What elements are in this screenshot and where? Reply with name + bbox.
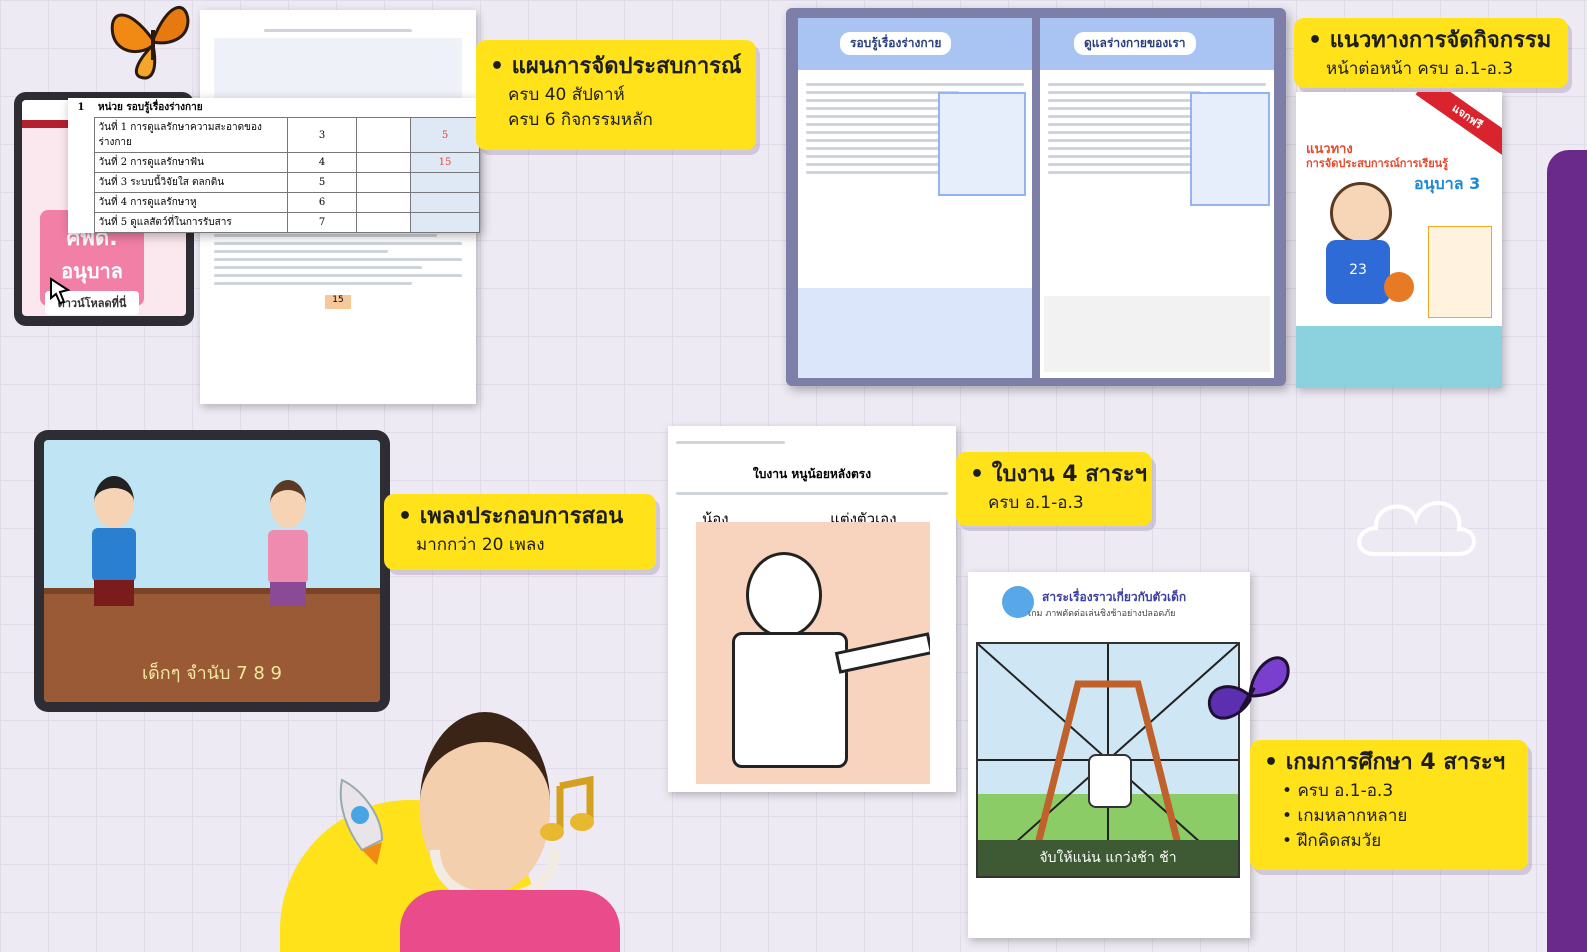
coloring-picture — [696, 522, 930, 784]
row-number: 6 — [287, 192, 357, 213]
table-row: วันที่ 5 ดูแลสัตว์ที่ในการรับสาร 7 — [68, 212, 480, 233]
boy-face-icon — [1330, 182, 1392, 244]
badge-title: ใบงาน 4 สาระฯ — [970, 456, 1147, 491]
worksheet-page: ใบงาน หนูน้อยหลังตรง น้อง แต่งตัวเอง — [668, 426, 956, 792]
video-caption: เด็กๆ จำนับ 7 8 9 — [141, 663, 283, 684]
worksheet-header: ใบงาน หนูน้อยหลังตรง — [752, 467, 872, 481]
table-row: วันที่ 4 การดูแลรักษาหู 6 — [68, 192, 480, 213]
badge-title: เกมการศึกษา 4 สาระฯ — [1264, 744, 1512, 779]
badge-line: ครบ 6 กิจกรรมหลัก — [508, 110, 653, 130]
cursor-icon — [50, 277, 71, 305]
basketball-icon — [1384, 272, 1414, 302]
game-title: สาระเรื่องราวเกี่ยวกับตัวเด็ก — [1042, 590, 1187, 604]
table-row: วันที่ 1 การดูแลรักษาความสะอาดของร่างกาย… — [68, 117, 480, 153]
song-video-tablet: เด็กๆ จำนับ 7 8 9 — [34, 430, 390, 712]
guide-book-spread: รอบรู้เรื่องร่างกาย ดูแลร่างกายของเรา — [786, 8, 1286, 386]
unit-number: 1 — [77, 102, 85, 114]
row-number: 3 — [287, 117, 357, 153]
cover-title-line2: การจัดประสบการณ์การเรียนรู้ — [1306, 157, 1449, 170]
row-mark — [410, 212, 480, 233]
badge-educational-games: เกมการศึกษา 4 สาระฯ • ครบ อ.1-อ.3 • เกมห… — [1250, 740, 1528, 870]
music-note-icon — [540, 776, 594, 841]
side-accent-bar — [1547, 150, 1587, 952]
badge-songs: เพลงประกอบการสอน มากกว่า 20 เพลง — [384, 494, 656, 570]
badge-line: มากกว่า 20 เพลง — [416, 535, 545, 555]
rocket-icon — [339, 778, 384, 865]
butterfly-purple-icon — [1207, 656, 1290, 720]
badge-line: • ฝึกคิดสมวัย — [1282, 831, 1382, 851]
cover-level: อนุบาล 3 — [1414, 174, 1481, 193]
boy-figure-icon — [94, 476, 134, 528]
unit-title: หน่วย รอบรู้เรื่องร่างกาย — [98, 102, 203, 113]
girl-figure-icon — [270, 480, 306, 528]
jersey-number: 23 — [1326, 240, 1390, 304]
row-label: วันที่ 3 ระบบนี้วิจัยใส ตลกติน — [93, 172, 288, 193]
game-card: สาระเรื่องราวเกี่ยวกับตัวเด็ก เกม ภาพตัด… — [968, 572, 1250, 938]
plan-table-zoom: 1 หน่วย รอบรู้เรื่องร่างกาย วันที่ 1 การ… — [68, 98, 480, 233]
badge-worksheets: ใบงาน 4 สาระฯ ครบ อ.1-อ.3 — [956, 452, 1152, 526]
row-number: 5 — [287, 172, 357, 193]
row-mark — [410, 172, 480, 193]
badge-title: แนวทางการจัดกิจกรรม — [1308, 22, 1552, 57]
game-subtitle: เกม ภาพตัดต่อเล่นชิงช้าอย่างปลอดภัย — [1028, 609, 1176, 619]
row-mark: 15 — [410, 152, 480, 173]
row-mark: 5 — [410, 117, 480, 153]
table-row: วันที่ 2 การดูแลรักษาฟัน 4 15 — [68, 152, 480, 173]
book-right-title: ดูแลร่างกายของเรา — [1074, 32, 1196, 55]
row-label: วันที่ 5 ดูแลสัตว์ที่ในการรับสาร — [93, 212, 288, 233]
badge-line: ครบ 40 สัปดาห์ — [508, 85, 625, 105]
row-number: 4 — [287, 152, 357, 173]
badge-title: แผนการจัดประสบการณ์ — [490, 48, 742, 83]
girl-shirt — [400, 890, 620, 952]
row-label: วันที่ 4 การดูแลรักษาหู — [93, 192, 288, 213]
row-number: 7 — [287, 212, 357, 233]
guide-book-cover: แจกฟรี แนวทาง การจัดประสบการณ์การเรียนรู… — [1296, 92, 1502, 388]
badge-line: หน้าต่อหน้า ครบ อ.1-อ.3 — [1326, 59, 1514, 79]
game-caption: จับให้แน่น แกว่งช้า ช้า — [978, 840, 1238, 876]
cover-ribbon: แจกฟรี — [1415, 92, 1502, 158]
cloud-doodle-icon — [1357, 501, 1476, 556]
badge-line: • เกมหลากหลาย — [1282, 806, 1408, 826]
plan-page-number: 15 — [325, 295, 351, 309]
badge-lesson-plan: แผนการจัดประสบการณ์ ครบ 40 สัปดาห์ ครบ 6… — [476, 40, 756, 150]
book-left-title: รอบรู้เรื่องร่างกาย — [840, 32, 952, 55]
row-label: วันที่ 2 การดูแลรักษาฟัน — [93, 152, 288, 173]
butterfly-orange-icon — [110, 6, 190, 80]
table-row: วันที่ 3 ระบบนี้วิจัยใส ตลกติน 5 — [68, 172, 480, 193]
badge-line: • ครบ อ.1-อ.3 — [1282, 781, 1394, 801]
badge-line: ครบ อ.1-อ.3 — [988, 493, 1084, 513]
badge-title: เพลงประกอบการสอน — [398, 498, 640, 533]
row-label: วันที่ 1 การดูแลรักษาความสะอาดของร่างกาย — [93, 117, 288, 153]
row-mark — [410, 192, 480, 213]
badge-activity-guide: แนวทางการจัดกิจกรรม หน้าต่อหน้า ครบ อ.1-… — [1294, 18, 1568, 88]
